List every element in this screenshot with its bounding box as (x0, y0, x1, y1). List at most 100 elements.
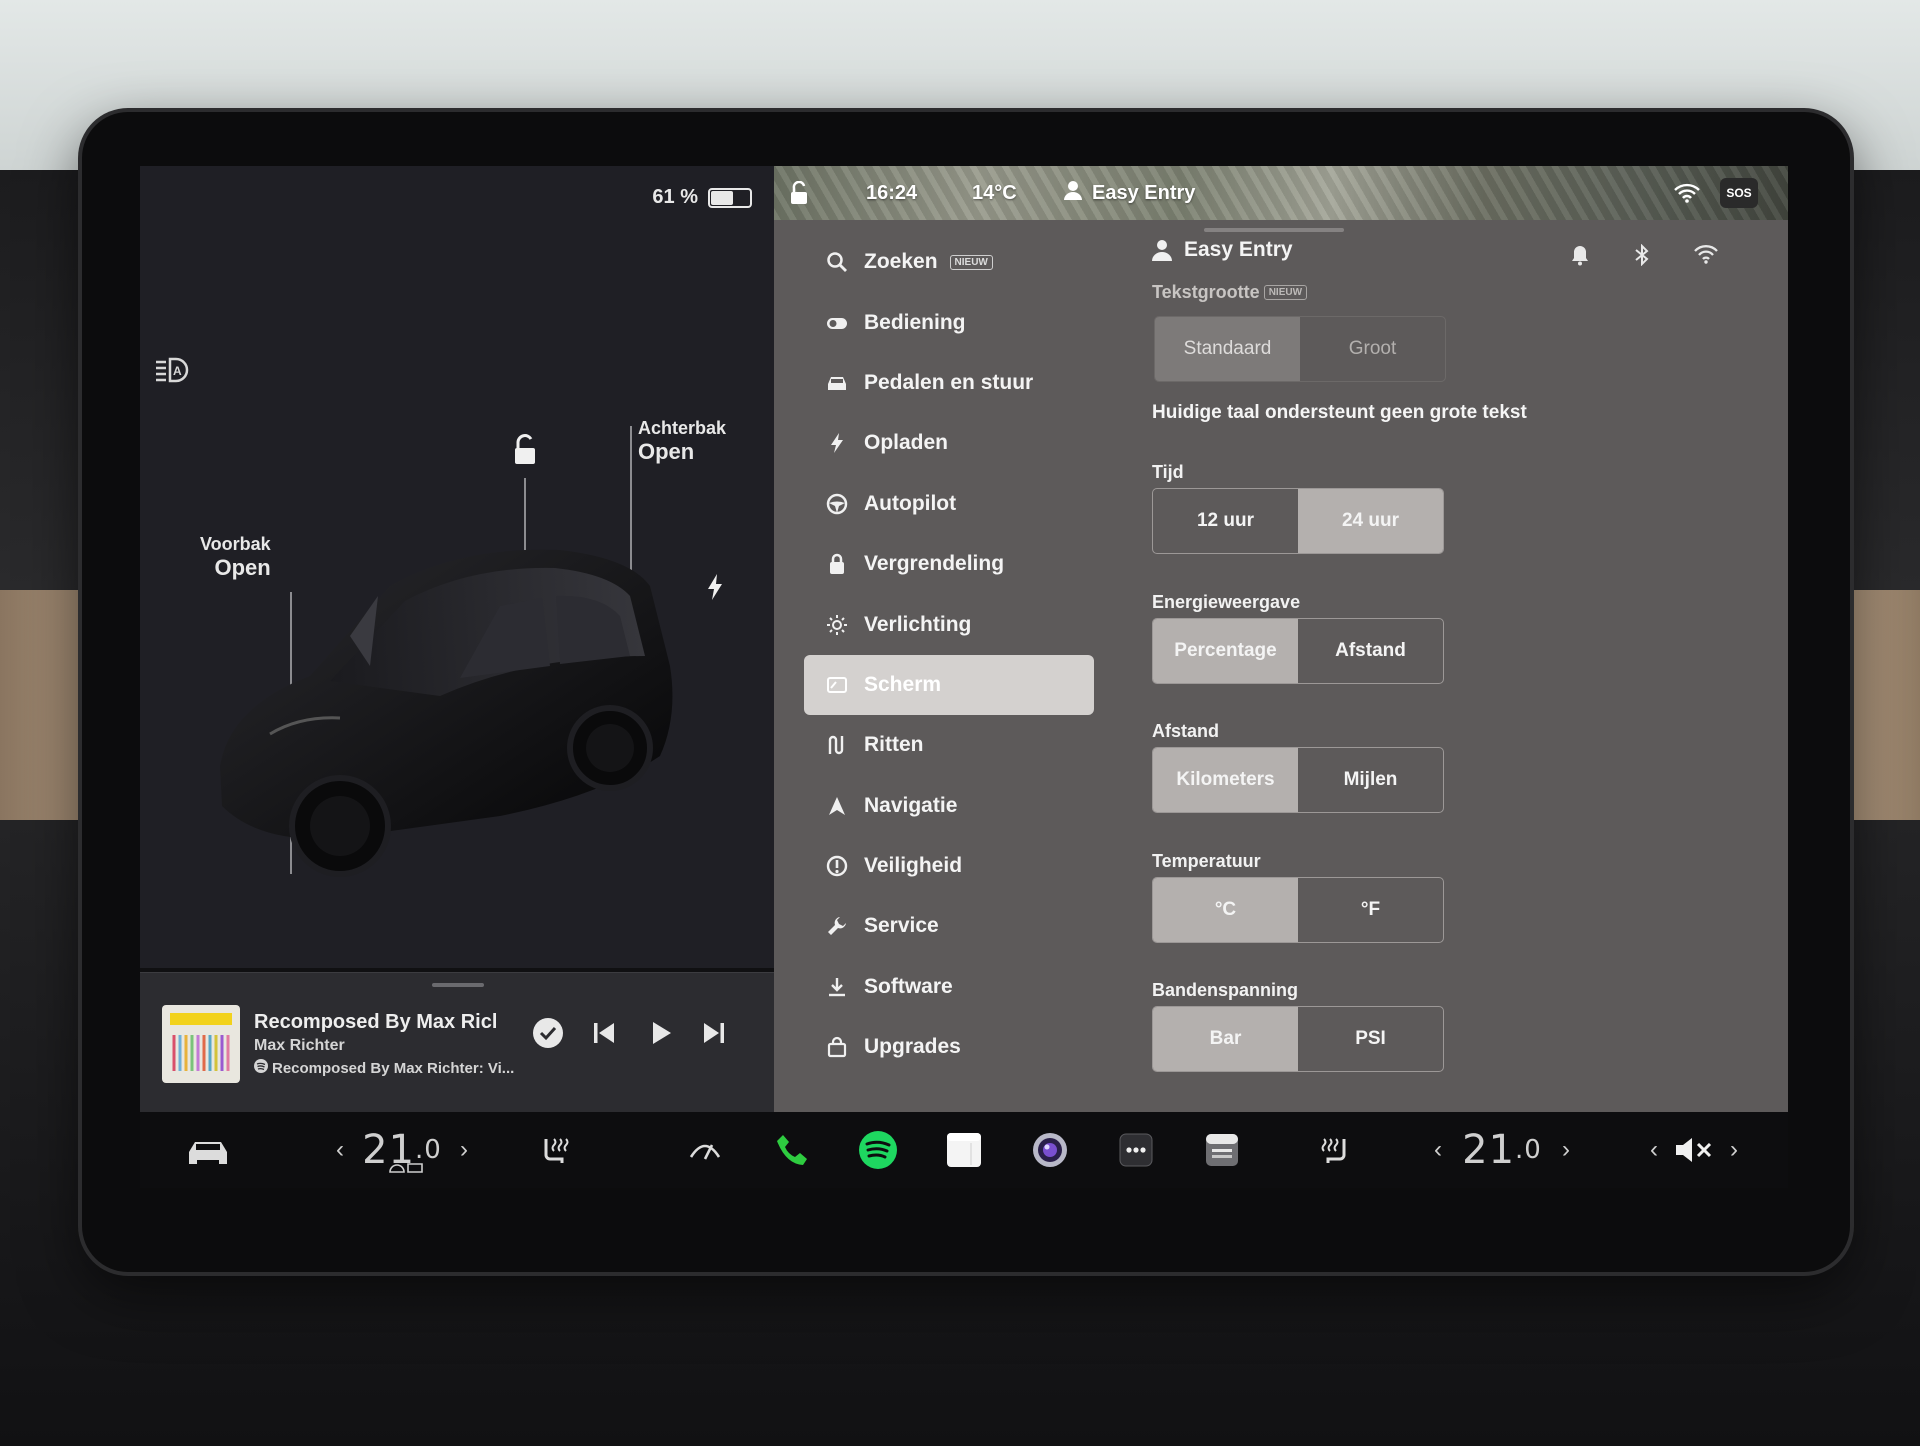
seat-heater-icon[interactable] (530, 1112, 580, 1188)
profile-header[interactable]: Easy Entry (1152, 238, 1293, 262)
auto-headlights-icon[interactable]: A (154, 356, 194, 389)
menu-item-label: Opladen (864, 431, 949, 455)
menu-item-vergrendeling[interactable]: Vergrendeling (804, 534, 1094, 594)
volume-down-chevron-icon[interactable]: ‹ (1642, 1112, 1666, 1188)
menu-item-label: Service (864, 914, 939, 938)
like-check-button[interactable] (532, 1017, 564, 1054)
phone-icon[interactable] (764, 1112, 820, 1188)
temperature-fahrenheit-option[interactable]: °F (1298, 878, 1443, 942)
driver-temp-down-chevron-icon[interactable]: ‹ (328, 1112, 352, 1188)
menu-item-autopilot[interactable]: Autopilot (804, 474, 1094, 534)
battery-percent: 61 % (652, 186, 698, 208)
tire-pressure-unit-selector[interactable]: Bar PSI (1152, 1006, 1444, 1072)
text-size-standard-option[interactable]: Standaard (1155, 317, 1300, 381)
wrench-icon (828, 917, 846, 936)
track-artist: Max Richter (254, 1037, 345, 1054)
driver-temp-up-chevron-icon[interactable]: › (452, 1112, 476, 1188)
wifi-icon[interactable] (1694, 244, 1718, 271)
car-icon[interactable] (180, 1112, 236, 1188)
map-background-strip (774, 166, 1788, 220)
menu-item-pedalen[interactable]: Pedalen en stuur (804, 353, 1094, 413)
next-track-button[interactable] (698, 1017, 730, 1054)
volume-up-chevron-icon[interactable]: › (1722, 1112, 1746, 1188)
temperature-celsius-option[interactable]: °C (1153, 878, 1298, 942)
more-apps-icon[interactable] (1108, 1112, 1164, 1188)
camera-icon[interactable] (1022, 1112, 1078, 1188)
tire-pressure-label: Bandenspanning (1152, 980, 1299, 1000)
menu-item-scherm[interactable]: Scherm (804, 654, 1094, 716)
distance-unit-selector[interactable]: Kilometers Mijlen (1152, 747, 1444, 813)
menu-item-ritten[interactable]: Ritten (804, 715, 1094, 775)
time-format-selector[interactable]: 12 uur 24 uur (1152, 488, 1444, 554)
menu-item-label: Bediening (864, 310, 966, 334)
energy-display-selector[interactable]: Percentage Afstand (1152, 618, 1444, 684)
bell-icon[interactable] (1570, 244, 1590, 271)
spotify-small-icon (254, 1059, 268, 1077)
menu-item-label: Software (864, 974, 953, 998)
distance-miles-option[interactable]: Mijlen (1298, 748, 1443, 812)
menu-item-software[interactable]: Software (804, 957, 1094, 1017)
energy-distance-option[interactable]: Afstand (1298, 619, 1443, 683)
time-24h-option[interactable]: 24 uur (1298, 489, 1443, 553)
distance-km-option[interactable]: Kilometers (1153, 748, 1298, 812)
time-12h-option[interactable]: 12 uur (1153, 489, 1298, 553)
battery-icon (708, 187, 752, 208)
tire-pressure-bar-option[interactable]: Bar (1153, 1007, 1298, 1071)
toggle-icon (827, 317, 847, 329)
profile-icon (1064, 180, 1082, 206)
energy-percentage-option[interactable]: Percentage (1153, 619, 1298, 683)
download-icon (829, 977, 845, 997)
menu-item-label: Pedalen en stuur (864, 370, 1034, 394)
menu-item-label: Ritten (864, 733, 924, 757)
time-label: Tijd (1152, 462, 1184, 482)
charge-port-icon[interactable] (706, 574, 724, 605)
toybox-icon[interactable] (1194, 1112, 1250, 1188)
trunk-state: Open (638, 439, 695, 464)
passenger-temp-up-chevron-icon[interactable]: › (1554, 1112, 1578, 1188)
passenger-temp-down-chevron-icon[interactable]: ‹ (1426, 1112, 1450, 1188)
album-art[interactable] (162, 1005, 240, 1083)
menu-item-navigatie[interactable]: Navigatie (804, 776, 1094, 836)
notes-icon[interactable] (936, 1112, 992, 1188)
settings-menu: Zoeken NIEUW Bediening Pedalen en stuur … (804, 232, 1094, 1077)
search-icon (827, 252, 847, 273)
menu-item-bediening[interactable]: Bediening (804, 292, 1094, 352)
menu-item-opladen[interactable]: Opladen (804, 413, 1094, 473)
sos-button[interactable]: SOS (1720, 178, 1758, 208)
navigation-icon (829, 796, 845, 815)
track-source-text: Recomposed By Max Richter: Vi... (272, 1059, 515, 1077)
menu-item-veiligheid[interactable]: Veiligheid (804, 836, 1094, 896)
volume-mute-icon[interactable] (1668, 1112, 1718, 1188)
spotify-icon[interactable] (850, 1112, 906, 1188)
passenger-temperature[interactable]: 21.0 (1452, 1112, 1552, 1188)
text-size-large-option[interactable]: Groot (1300, 317, 1445, 381)
tire-pressure-psi-option[interactable]: PSI (1298, 1007, 1443, 1071)
trunk-label: Achterbak (638, 418, 727, 438)
media-drag-handle[interactable] (432, 983, 484, 987)
car-model-image[interactable] (200, 466, 720, 886)
menu-item-upgrades[interactable]: Upgrades (804, 1017, 1094, 1077)
status-profile[interactable]: Easy Entry (1064, 166, 1195, 220)
car-status-pane: 61 % A Voorbak Open Achterbak Open (140, 166, 774, 968)
menu-item-service[interactable]: Service (804, 896, 1094, 956)
touchscreen: 61 % A Voorbak Open Achterbak Open Recom… (140, 166, 1788, 1188)
menu-item-label: Navigatie (864, 793, 958, 817)
temperature-unit-selector[interactable]: °C °F (1152, 877, 1444, 943)
shopping-bag-icon (827, 1037, 847, 1058)
passenger-seat-heater-icon[interactable] (1310, 1112, 1360, 1188)
wiper-icon[interactable] (680, 1112, 730, 1188)
text-size-selector[interactable]: Standaard Groot (1154, 316, 1446, 382)
previous-track-button[interactable] (588, 1017, 620, 1054)
trips-icon (828, 736, 844, 755)
outside-temperature: 14°C (972, 181, 1017, 204)
track-source: Recomposed By Max Richter: Vi... (254, 1059, 514, 1077)
bluetooth-icon[interactable] (1634, 243, 1650, 271)
status-unlock-icon[interactable] (788, 166, 810, 220)
wifi-status-icon (1674, 166, 1700, 220)
play-button[interactable] (644, 1017, 676, 1054)
trunk-callout[interactable]: Achterbak Open (638, 418, 726, 465)
status-profile-name: Easy Entry (1092, 181, 1196, 204)
defrost-icon[interactable] (384, 1156, 428, 1180)
menu-item-zoeken[interactable]: Zoeken NIEUW (804, 232, 1094, 292)
menu-item-verlichting[interactable]: Verlichting (804, 594, 1094, 654)
